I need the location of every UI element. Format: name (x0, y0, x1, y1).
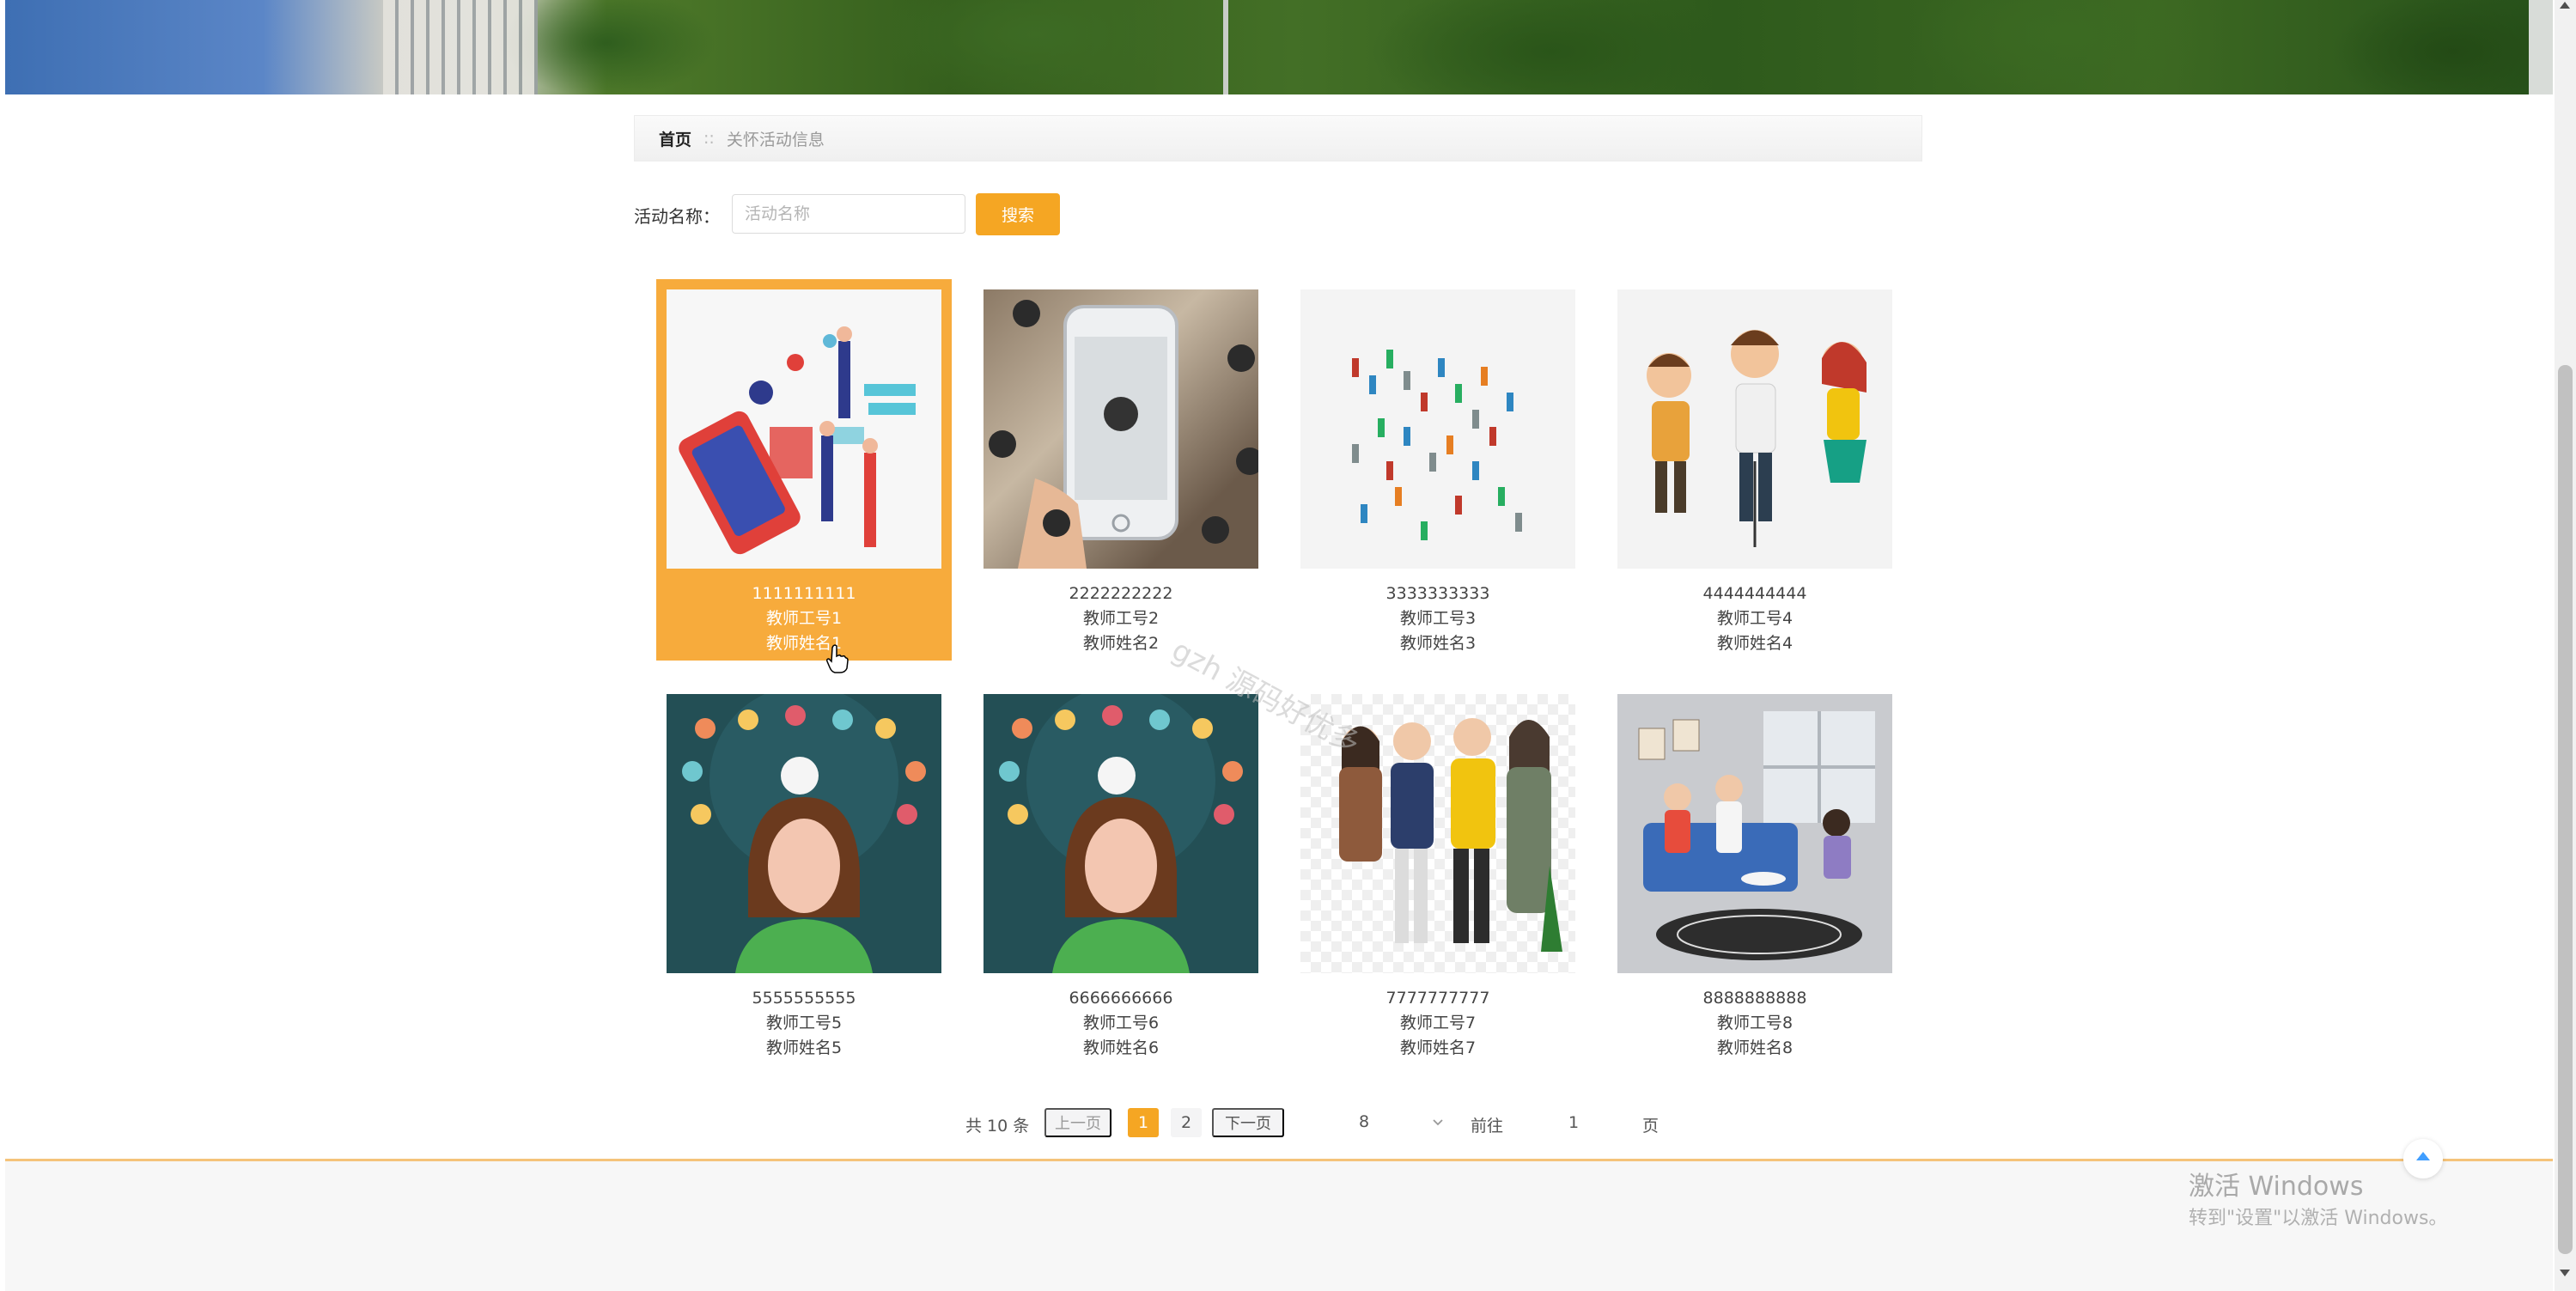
activity-card-8[interactable]: 8888888888 教师工号8 教师姓名8 (1607, 684, 1903, 1065)
activity-card-1[interactable]: 1111111111 教师工号1 教师姓名1 (656, 279, 952, 661)
living-room-illustration (1638, 711, 1875, 960)
next-page-button[interactable]: 下一页 (1212, 1108, 1284, 1137)
card-teacher-name: 教师姓名6 (1082, 1038, 1160, 1057)
page-number-1[interactable]: 1 (1128, 1108, 1159, 1137)
card-info-4: 4444444444 教师工号4 教师姓名4 (1607, 582, 1903, 656)
card-image-6[interactable] (984, 694, 1258, 973)
card-info-7: 7777777777 教师工号7 教师姓名7 (1290, 986, 1586, 1061)
card-teacher-id: 教师工号6 (1082, 1014, 1160, 1032)
banner-wall (2529, 0, 2553, 94)
card-image-8[interactable] (1617, 694, 1892, 973)
page-size-select[interactable]: 8 (1307, 1106, 1462, 1137)
activity-card-2[interactable]: 2222222222 教师工号2 教师姓名2 (973, 279, 1269, 661)
header-banner-image (5, 0, 2553, 94)
banner-building (383, 0, 538, 94)
card-teacher-name: 教师姓名7 (1399, 1038, 1477, 1057)
phone-network-illustration (989, 300, 1258, 569)
footer (5, 1161, 2553, 1291)
search-button[interactable]: 搜索 (976, 193, 1060, 235)
card-info-1: 1111111111 教师工号1 教师姓名1 (656, 582, 952, 656)
card-title: 4444444444 (1702, 584, 1807, 603)
activity-card-4[interactable]: 4444444444 教师工号4 教师姓名4 (1607, 279, 1903, 661)
social-network-illustration (999, 694, 1243, 973)
hand-pointer-icon (826, 644, 849, 673)
card-title: 1111111111 (752, 584, 856, 603)
page-suffix-label: 页 (1642, 1117, 1659, 1136)
card-info-8: 8888888888 教师工号8 教师姓名8 (1607, 986, 1903, 1061)
card-info-3: 3333333333 教师工号3 教师姓名3 (1290, 582, 1586, 656)
card-image-2[interactable] (984, 289, 1258, 569)
singing-band-illustration (1647, 330, 1867, 547)
activity-card-3[interactable]: 3333333333 教师工号3 教师姓名3 (1290, 279, 1586, 661)
card-teacher-name: 教师姓名8 (1716, 1038, 1793, 1057)
card-teacher-id: 教师工号7 (1399, 1014, 1477, 1032)
windows-activation-title: 激活 Windows (2189, 1172, 2364, 1202)
card-title: 3333333333 (1385, 584, 1490, 603)
card-image-4[interactable] (1617, 289, 1892, 569)
activity-card-6[interactable]: 6666666666 教师工号6 教师姓名6 (973, 684, 1269, 1065)
card-info-2: 2222222222 教师工号2 教师姓名2 (973, 582, 1269, 656)
card-teacher-name: 教师姓名5 (765, 1038, 843, 1057)
breadcrumb-current: 关怀活动信息 (726, 130, 825, 149)
phone-marketing-illustration (679, 326, 916, 555)
card-title: 8888888888 (1702, 989, 1807, 1008)
card-teacher-name: 教师姓名1 (765, 634, 843, 653)
goto-page-input[interactable] (1546, 1106, 1601, 1139)
breadcrumb-home[interactable]: 首页 (659, 127, 691, 150)
card-teacher-id: 教师工号2 (1082, 609, 1160, 628)
chevron-up-icon (2416, 1152, 2430, 1160)
page-size-value: 8 (1359, 1112, 1370, 1131)
crowd-illustration (1352, 350, 1522, 540)
search-input[interactable] (732, 194, 965, 234)
pagination-total: 共 10 条 (965, 1117, 1030, 1136)
card-title: 7777777777 (1385, 989, 1490, 1008)
card-title: 2222222222 (1069, 584, 1173, 603)
social-network-illustration (682, 694, 926, 973)
goto-label: 前往 (1471, 1117, 1504, 1136)
search-label: 活动名称： (634, 206, 720, 227)
card-teacher-id: 教师工号4 (1716, 609, 1793, 628)
card-title: 5555555555 (752, 989, 856, 1008)
windows-activation-hint: 转到"设置"以激活 Windows。 (2189, 1208, 2448, 1229)
card-title: 6666666666 (1069, 989, 1173, 1008)
scrollbar-thumb[interactable] (2558, 365, 2573, 1254)
page-number-2[interactable]: 2 (1171, 1108, 1202, 1137)
prev-page-button[interactable]: 上一页 (1044, 1108, 1111, 1137)
card-teacher-id: 教师工号1 (765, 609, 843, 628)
activity-card-5[interactable]: 5555555555 教师工号5 教师姓名5 (656, 684, 952, 1065)
back-to-top-button[interactable] (2403, 1139, 2443, 1178)
card-info-6: 6666666666 教师工号6 教师姓名6 (973, 986, 1269, 1061)
banner-pole (1223, 0, 1228, 94)
chevron-down-icon (1433, 1119, 1443, 1126)
breadcrumb-separator: :: (703, 129, 715, 148)
card-teacher-id: 教师工号8 (1716, 1014, 1793, 1032)
card-teacher-id: 教师工号5 (765, 1014, 843, 1032)
card-image-1[interactable] (667, 289, 941, 569)
breadcrumb: 首页 :: 关怀活动信息 (634, 115, 1922, 161)
card-teacher-name: 教师姓名3 (1399, 634, 1477, 653)
scroll-down-icon[interactable] (2560, 1270, 2570, 1276)
card-image-3[interactable] (1300, 289, 1575, 569)
card-teacher-id: 教师工号3 (1399, 609, 1477, 628)
scroll-up-icon[interactable] (2560, 2, 2570, 9)
card-image-5[interactable] (667, 694, 941, 973)
card-teacher-name: 教师姓名4 (1716, 634, 1793, 653)
card-info-5: 5555555555 教师工号5 教师姓名5 (656, 986, 952, 1061)
